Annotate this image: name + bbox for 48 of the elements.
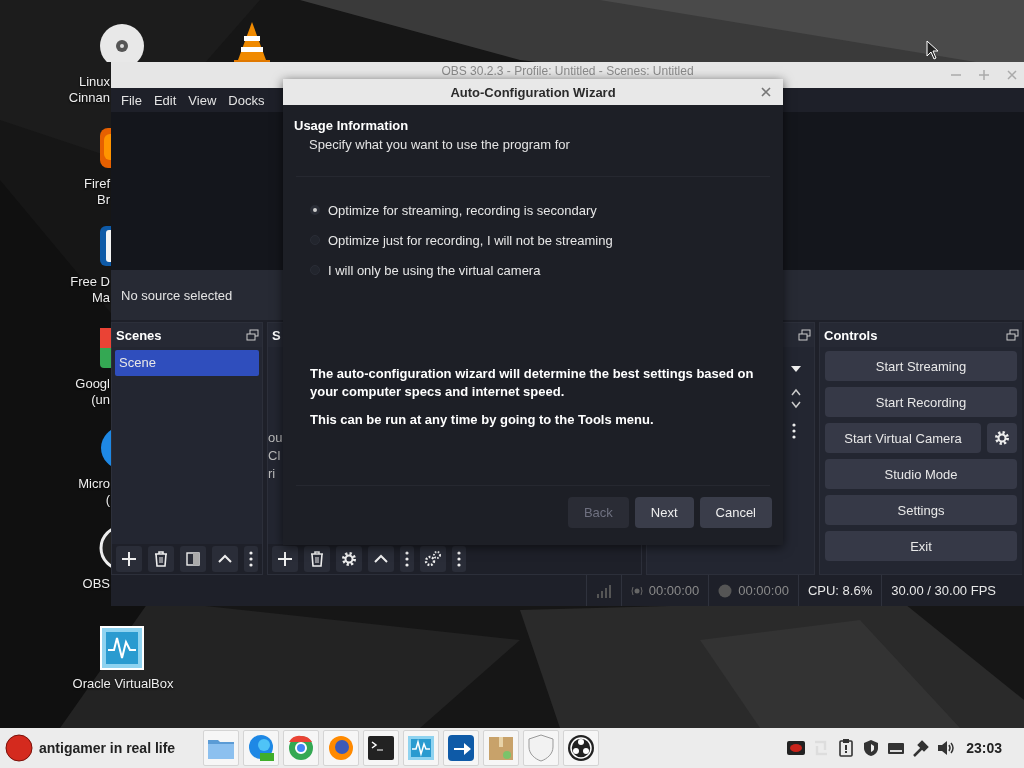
status-text: No source selected [121, 287, 233, 303]
control-button[interactable]: Start Virtual Camera [825, 423, 981, 453]
user-menu-button[interactable]: antigamer in real life [0, 730, 186, 766]
dialog-title: Auto-Configuration Wizard [450, 84, 616, 100]
scene-list-item[interactable]: Scene [115, 350, 259, 376]
icon-label: Firef [84, 176, 110, 192]
option-label[interactable]: Optimize just for recording, I will not be streaming [328, 232, 613, 248]
icon-label: Br [97, 192, 110, 208]
window-title: OBS 30.2.3 - Profile: Untitled - Scenes: Untitled [441, 65, 694, 78]
panel-title: Scenes [116, 327, 162, 343]
stream-time: 00:00:00 [648, 583, 700, 598]
list-item-text: ou [268, 429, 283, 447]
info-text: The auto-configuration wizard will determine the best settings based on your computer specs and internet speed. [310, 365, 755, 401]
list-item-text: Cl [268, 447, 281, 465]
icon-label: Free D [70, 274, 110, 290]
user-name: antigamer in real life [39, 740, 176, 756]
fps-readout: 30.00 / 30.00 FPS [891, 583, 996, 598]
icon-label: Micro [78, 476, 110, 492]
dialog-button[interactable]: Next [634, 497, 694, 528]
control-button[interactable]: Settings [825, 495, 1017, 525]
option-label[interactable]: Optimize for streaming, recording is secondary [328, 202, 597, 218]
icon-label: (un [91, 392, 110, 408]
icon-label: Oracle VirtualBox [72, 676, 174, 692]
icon-label: Linux [78, 74, 110, 90]
icon-label: ( [105, 492, 110, 508]
menu-item[interactable]: File [116, 92, 147, 108]
icon-label: OBS [82, 576, 110, 592]
dialog-button[interactable]: Cancel [699, 497, 772, 528]
record-time: 00:00:00 [738, 583, 789, 598]
section-description: Specify what you want to use the program for [309, 137, 571, 152]
control-button[interactable]: Start Streaming [825, 351, 1017, 381]
control-button[interactable]: Start Recording [825, 387, 1017, 417]
info-text: This can be run at any time by going to the Tools menu. [310, 411, 655, 429]
clock[interactable]: 23:03 [956, 740, 1024, 756]
icon-label: Cinnan [68, 90, 110, 106]
control-button[interactable]: Exit [825, 531, 1017, 561]
menu-item[interactable]: Docks [223, 92, 270, 108]
control-button[interactable]: Studio Mode [825, 459, 1017, 489]
menu-item[interactable]: View [183, 92, 222, 108]
list-item-text: ri [268, 465, 276, 483]
option-label[interactable]: I will only be using the virtual camera [328, 262, 541, 278]
panel-title: S [272, 327, 281, 343]
menu-item[interactable]: Edit [148, 92, 182, 108]
icon-label: Googl [75, 376, 110, 392]
section-heading: Usage Information [294, 118, 410, 133]
panel-title: Controls [824, 327, 878, 343]
icon-label: Ma [91, 290, 110, 306]
cpu-usage: CPU: 8.6% [807, 583, 873, 598]
